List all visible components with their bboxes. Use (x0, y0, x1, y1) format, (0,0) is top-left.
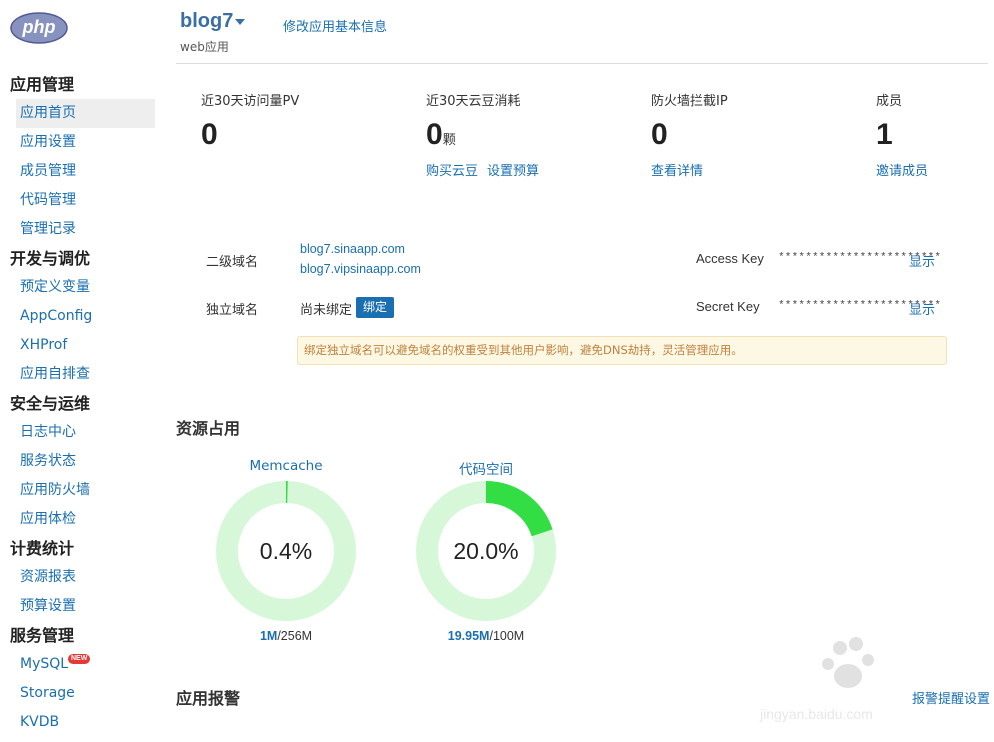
header-divider (176, 63, 988, 64)
show-access-key-link[interactable]: 显示 (909, 251, 935, 270)
stat-pv-label: 近30天访问量PV (201, 94, 300, 109)
stat-members-label: 成员 (876, 94, 903, 109)
sidebar-item-appconfig[interactable]: AppConfig (0, 302, 160, 331)
sidebar-item-resource-report[interactable]: 资源报表 (0, 563, 160, 592)
gauge-percent: 0.4% (259, 538, 313, 564)
sidebar-section-title: 安全与运维 (10, 394, 91, 413)
domain-link-vipsinaapp[interactable]: blog7.vipsinaapp.com (300, 262, 421, 276)
memcache-gauge: 0.4% (216, 481, 356, 621)
gauge-used: 1M (259, 629, 278, 643)
domain-notice: 绑定独立域名可以避免域名的权重受到其他用户影响，避免DNS劫持，灵活管理应用。 (297, 336, 947, 365)
sidebar-item-members[interactable]: 成员管理 (0, 157, 160, 186)
stat-pv-value: 0 (201, 118, 218, 151)
baidu-watermark: jingyan.baidu.com (760, 632, 940, 722)
stat-firewall-value: 0 (651, 118, 668, 151)
sidebar-section-title: 计费统计 (10, 539, 75, 558)
sidebar-item-records[interactable]: 管理记录 (0, 215, 160, 244)
stat-firewall-label: 防火墙拦截IP (651, 94, 728, 109)
caret-down-icon (235, 18, 246, 25)
watermark-text: jingyan.baidu.com (760, 706, 873, 722)
app-switcher[interactable]: blog7 (180, 10, 246, 33)
gauge-percent: 20.0% (453, 538, 519, 564)
sidebar-section-title: 服务管理 (10, 626, 75, 645)
stat-beans-value-wrap: 0颗 (426, 118, 456, 152)
sidebar-item-xhprof[interactable]: XHProf (0, 331, 160, 360)
sidebar-section-title: 应用管理 (10, 75, 75, 94)
sidebar-item-storage[interactable]: Storage (0, 679, 160, 708)
set-budget-link[interactable]: 设置预算 (487, 160, 539, 179)
show-secret-key-link[interactable]: 显示 (909, 299, 935, 318)
second-level-domain-label: 二级域名 (206, 255, 259, 270)
gauge-title-memcache: Memcache (249, 458, 323, 474)
alerts-section-title: 应用报警 (176, 689, 241, 708)
bind-domain-button[interactable]: 绑定 (356, 297, 394, 318)
sidebar-item-self-check[interactable]: 应用自排查 (0, 360, 160, 389)
gauge-caption-code-space: 19.95M/100M (416, 629, 556, 643)
stat-beans-label: 近30天云豆消耗 (426, 94, 521, 109)
edit-app-info-link[interactable]: 修改应用基本信息 (283, 16, 387, 35)
independent-domain-status: 尚未绑定 (300, 303, 353, 318)
sidebar-item-mysql[interactable]: MySQL NEW (0, 650, 160, 679)
code-space-gauge: 20.0% (416, 481, 556, 621)
sidebar-item-app-settings[interactable]: 应用设置 (0, 128, 160, 157)
sidebar-item-predefined-vars[interactable]: 预定义变量 (0, 273, 160, 302)
new-badge: NEW (68, 654, 91, 664)
domain-link-sinaapp[interactable]: blog7.sinaapp.com (300, 242, 405, 256)
gauge-total: /256M (277, 629, 313, 643)
sidebar-item-kvdb[interactable]: KVDB (0, 708, 160, 737)
gauge-used: 19.95M (447, 629, 490, 643)
sidebar-item-code[interactable]: 代码管理 (0, 186, 160, 215)
independent-domain-label: 独立域名 (206, 303, 259, 318)
stat-members-value: 1 (876, 118, 893, 151)
sidebar-item-firewall[interactable]: 应用防火墙 (0, 476, 160, 505)
view-details-link[interactable]: 查看详情 (651, 160, 703, 179)
resources-section-title: 资源占用 (176, 419, 241, 438)
invite-member-link[interactable]: 邀请成员 (876, 160, 928, 179)
sidebar-item-service-status[interactable]: 服务状态 (0, 447, 160, 476)
sidebar-nav: 应用管理 应用首页 应用设置 成员管理 代码管理 管理记录 开发与调优 预定义变… (0, 70, 160, 737)
sidebar-item-budget[interactable]: 预算设置 (0, 592, 160, 621)
sidebar-item-label: MySQL (20, 656, 69, 672)
logo-text: php (22, 17, 56, 37)
gauge-total: /100M (489, 629, 525, 643)
gauge-caption-memcache: 1M/256M (216, 629, 356, 643)
php-logo: php (10, 12, 68, 44)
sidebar-item-app-home[interactable]: 应用首页 (16, 99, 155, 128)
sidebar-section-title: 开发与调优 (10, 249, 91, 268)
sidebar-item-health-check[interactable]: 应用体检 (0, 505, 160, 534)
app-name: blog7 (180, 10, 234, 32)
sidebar-item-log-center[interactable]: 日志中心 (0, 418, 160, 447)
alert-settings-link[interactable]: 报警提醒设置 (912, 688, 990, 707)
secret-key-label: Secret Key (696, 299, 760, 314)
buy-beans-link[interactable]: 购买云豆 (426, 160, 478, 179)
access-key-label: Access Key (696, 251, 764, 266)
stat-beans-value: 0 (426, 118, 443, 151)
app-type: web应用 (180, 40, 229, 54)
gauge-title-code-space: 代码空间 (459, 462, 513, 478)
stat-beans-unit: 颗 (442, 132, 456, 147)
